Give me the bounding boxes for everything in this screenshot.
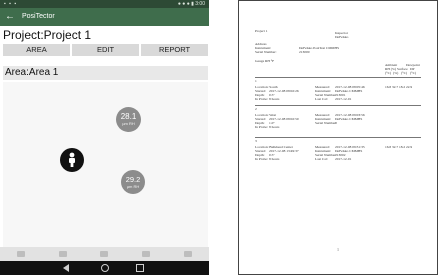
- in-probe-value: 8 hours: [269, 97, 280, 101]
- tab-report[interactable]: REPORT: [141, 44, 208, 56]
- project-tabs: AREA EDIT REPORT: [3, 44, 208, 56]
- reading-marker[interactable]: 29.2 µm RH: [121, 170, 145, 194]
- system-nav-bar: [0, 261, 209, 275]
- doc-serial-label: Serial Number:: [255, 50, 277, 54]
- tab-edit[interactable]: EDIT: [72, 44, 139, 56]
- instrument-value: DeFelsko CMMHS: [335, 117, 363, 121]
- notification-icons: ▪ ▪ ▪: [4, 1, 18, 7]
- nav-recents-icon[interactable]: [136, 264, 144, 272]
- section-divider: [255, 137, 421, 138]
- section-divider: [255, 105, 421, 106]
- report-document: Project 1 Inspector DeFelsko Address Ins…: [238, 0, 438, 275]
- reading-unit: µm RH: [126, 184, 140, 189]
- reading-value: 29.2: [125, 175, 141, 184]
- reading-unit: µm RH: [122, 121, 135, 126]
- app-bar: ← PosiTector: [0, 8, 209, 26]
- col-unit: (°C): [410, 71, 417, 75]
- page-title: Project:Project 1: [3, 28, 92, 42]
- bottom-toolbar: [0, 247, 209, 261]
- toolbar-icon[interactable]: [100, 251, 109, 257]
- doc-inspector-value: DeFelsko: [335, 35, 349, 39]
- area-header: Area:Area 1: [3, 66, 208, 80]
- last-cal-value: 2017-12-01: [335, 97, 352, 101]
- col-unit: (°C): [401, 71, 408, 75]
- doc-project: Project 1: [255, 29, 268, 33]
- section-id: 2: [255, 107, 257, 111]
- toolbar-icon[interactable]: [142, 251, 151, 257]
- col-unit: (°C): [385, 71, 392, 75]
- nav-back-icon[interactable]: [63, 264, 69, 272]
- last-cal-value: 2017-12-01: [335, 157, 352, 161]
- section-values: 16.8 32.7 18.2 22.9: [385, 85, 413, 89]
- app-title: PosiTector: [22, 13, 55, 20]
- in-probe-label: In Probe:: [255, 125, 268, 129]
- tablet-screen: ▪ ▪ ▪ ● ● ● ▮ 3:00 ← PosiTector Project:…: [0, 0, 209, 275]
- in-probe-label: In Probe:: [255, 157, 268, 161]
- section-id: 3: [255, 139, 257, 143]
- doc-serial-value: 213000: [299, 50, 310, 54]
- toolbar-icon[interactable]: [16, 251, 25, 257]
- section-values: 16.8 32.7 18.2 22.9: [385, 145, 413, 149]
- probe-marker[interactable]: [60, 148, 84, 172]
- last-cal-label: Last Cal:: [315, 157, 328, 161]
- reading-value: 28.1: [120, 112, 137, 121]
- status-indicators: ● ● ● ▮ 3:00: [177, 1, 205, 7]
- tab-area[interactable]: AREA: [3, 44, 70, 56]
- col-unit: (%): [393, 71, 399, 75]
- section-divider: [255, 77, 421, 78]
- area-map-canvas[interactable]: 28.1 µm RH 29.2 µm RH: [3, 82, 208, 247]
- reading-marker[interactable]: 28.1 µm RH: [116, 107, 141, 132]
- toolbar-icon[interactable]: [184, 251, 193, 257]
- section-id: 1: [255, 79, 257, 83]
- area-title: Area:Area 1: [5, 67, 59, 78]
- page-number: 1: [337, 247, 339, 252]
- back-arrow-icon[interactable]: ←: [5, 11, 15, 23]
- probe-icon: [69, 152, 75, 167]
- nav-home-icon[interactable]: [101, 264, 109, 272]
- toolbar-icon[interactable]: [58, 251, 67, 257]
- serial-value: 0: [335, 121, 337, 125]
- serial-label: Serial Number:: [315, 121, 337, 125]
- doc-gauge-label: Gauge RH °F: [255, 59, 275, 63]
- in-probe-label: In Probe:: [255, 97, 268, 101]
- in-probe-value: 8 hours: [269, 157, 280, 161]
- status-bar: ▪ ▪ ▪ ● ● ● ▮ 3:00: [0, 0, 209, 8]
- last-cal-label: Last Cal:: [315, 97, 328, 101]
- in-probe-value: 8 hours: [269, 125, 280, 129]
